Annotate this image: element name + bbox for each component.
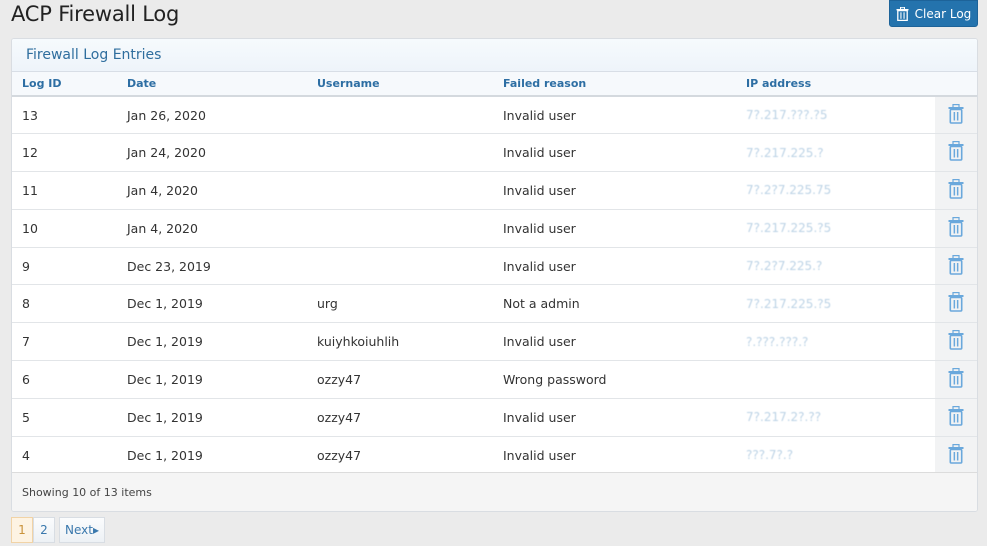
delete-entry-trash-icon[interactable]	[948, 367, 964, 388]
username-cell: ozzy47	[307, 398, 493, 437]
row-actions	[935, 96, 977, 135]
ip-address-cell: 7?.217.2?.??	[736, 398, 935, 437]
date-cell: Dec 1, 2019	[117, 398, 307, 437]
failed-reason-cell: Invalid user	[493, 436, 736, 475]
date-cell: Dec 1, 2019	[117, 360, 307, 399]
delete-entry-trash-icon[interactable]	[948, 292, 964, 313]
username-cell	[307, 133, 493, 173]
delete-entry-trash-icon[interactable]	[948, 443, 964, 464]
log-id-cell: 11	[12, 171, 117, 210]
delete-entry-trash-icon[interactable]	[948, 216, 964, 237]
table-row: 11 Jan 4, 2020 Invalid user 7?.2?7.225.75	[12, 171, 977, 210]
username-cell	[307, 209, 493, 248]
row-actions	[935, 133, 977, 173]
col-username[interactable]: Username	[307, 72, 493, 97]
username-cell	[307, 96, 493, 135]
username-cell: kuiyhkoiuhlih	[307, 322, 493, 362]
failed-reason-cell: Invalid user	[493, 96, 736, 135]
log-id-cell: 6	[12, 360, 117, 399]
row-actions	[935, 209, 977, 248]
ip-address-cell: 7?.2?7.225.75	[736, 171, 935, 210]
table-row: 7 Dec 1, 2019 kuiyhkoiuhlih Invalid user?.?…	[12, 322, 977, 362]
delete-entry-trash-icon[interactable]	[948, 330, 964, 350]
failed-reason-cell: Invalid user	[493, 171, 736, 210]
row-actions	[935, 398, 977, 437]
table-row: 6 Dec 1, 2019 ozzy47 Wrong password	[12, 360, 977, 399]
failed-reason-cell: Invalid user	[493, 247, 736, 286]
date-cell: Dec 1, 2019	[117, 284, 307, 324]
username-cell	[307, 171, 493, 210]
col-actions	[935, 72, 977, 97]
clear-log-button[interactable]: Clear Log	[889, 0, 978, 27]
failed-reason-cell: Not a admin	[493, 284, 736, 324]
log-id-cell: 13	[12, 96, 117, 135]
date-cell: Dec 1, 2019	[117, 322, 307, 362]
clear-log-label: Clear Log	[914, 6, 972, 21]
delete-entry-trash-icon[interactable]	[948, 103, 964, 124]
ip-address-cell: ???.7?.?	[736, 436, 935, 475]
log-id-cell: 8	[12, 284, 117, 324]
table-header-row: Log ID Date Username Failed reason IP ad…	[12, 72, 977, 97]
col-date[interactable]: Date	[117, 72, 307, 97]
next-page-button[interactable]: Next▸	[59, 517, 105, 543]
ip-address-cell: 7?.2?7.225.?	[736, 247, 935, 286]
username-cell: ozzy47	[307, 436, 493, 475]
ip-address-cell	[736, 360, 935, 399]
table-row: 13 Jan 26, 2020 Invalid user 7?.217.???.?5	[12, 96, 977, 135]
row-actions	[935, 247, 977, 286]
failed-reason-cell: Invalid user	[493, 133, 736, 173]
log-id-cell: 12	[12, 133, 117, 173]
log-id-cell: 5	[12, 398, 117, 437]
items-count: Showing 10 of 13 items	[12, 472, 977, 511]
username-cell: urg	[307, 284, 493, 324]
log-id-cell: 10	[12, 209, 117, 248]
col-failed-reason[interactable]: Failed reason	[493, 72, 736, 97]
panel-title: Firewall Log Entries	[12, 39, 977, 72]
pagination: 1 2 Next▸	[11, 517, 105, 543]
username-cell: ozzy47	[307, 360, 493, 399]
failed-reason-cell: Invalid user	[493, 322, 736, 362]
row-actions	[935, 322, 977, 362]
table-row: 5 Dec 1, 2019 ozzy47 Invalid user 7?.217.2?.…	[12, 398, 977, 437]
date-cell: Dec 1, 2019	[117, 436, 307, 475]
ip-address-cell: 7?.217.225.?5	[736, 209, 935, 248]
log-id-cell: 4	[12, 436, 117, 475]
page-2-button[interactable]: 2	[33, 517, 55, 543]
row-actions	[935, 436, 977, 475]
row-actions	[935, 360, 977, 399]
date-cell: Jan 24, 2020	[117, 133, 307, 173]
page-title: ACP Firewall Log	[11, 2, 180, 26]
failed-reason-cell: Wrong password	[493, 360, 736, 399]
log-id-cell: 7	[12, 322, 117, 362]
ip-address-cell: 7?.217.???.?5	[736, 96, 935, 135]
row-actions	[935, 284, 977, 324]
date-cell: Jan 4, 2020	[117, 171, 307, 210]
failed-reason-cell: Invalid user	[493, 398, 736, 437]
delete-entry-trash-icon[interactable]	[948, 405, 964, 426]
trash-icon	[896, 6, 909, 21]
page-1-button[interactable]: 1	[11, 517, 33, 543]
col-log-id[interactable]: Log ID	[12, 72, 117, 97]
row-actions	[935, 171, 977, 210]
ip-address-cell: ?.???.???.?	[736, 322, 935, 362]
delete-entry-trash-icon[interactable]	[948, 141, 964, 161]
ip-address-cell: 7?.217.225.?	[736, 133, 935, 173]
col-ip-address[interactable]: IP address	[736, 72, 935, 97]
date-cell: Dec 23, 2019	[117, 247, 307, 286]
table-row: 9 Dec 23, 2019 Invalid user 7?.2?7.225.?	[12, 247, 977, 286]
table-row: 10 Jan 4, 2020 Invalid user 7?.217.225.?5	[12, 209, 977, 248]
delete-entry-trash-icon[interactable]	[948, 178, 964, 199]
log-table: Log ID Date Username Failed reason IP ad…	[12, 72, 977, 475]
log-id-cell: 9	[12, 247, 117, 286]
table-row: 8 Dec 1, 2019 urg Not a admin 7?.217.225.?5	[12, 284, 977, 324]
failed-reason-cell: Invalid user	[493, 209, 736, 248]
date-cell: Jan 26, 2020	[117, 96, 307, 135]
table-row: 4 Dec 1, 2019 ozzy47 Invalid user ???.7?.?	[12, 436, 977, 475]
date-cell: Jan 4, 2020	[117, 209, 307, 248]
delete-entry-trash-icon[interactable]	[948, 254, 964, 275]
table-row: 12 Jan 24, 2020 Invalid user 7?.217.225.?	[12, 133, 977, 173]
username-cell	[307, 247, 493, 286]
ip-address-cell: 7?.217.225.?5	[736, 284, 935, 324]
firewall-log-panel: Firewall Log Entries Log ID Date Usernam…	[11, 38, 978, 512]
